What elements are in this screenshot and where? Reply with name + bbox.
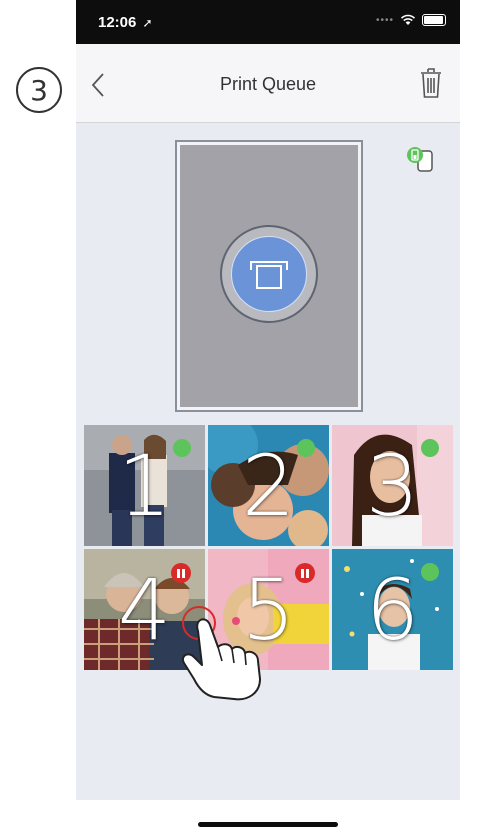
- print-preview-frame: [175, 140, 363, 412]
- queue-item-6[interactable]: 6: [332, 549, 453, 670]
- printer-battery-icon[interactable]: [404, 143, 438, 177]
- print-button[interactable]: [231, 236, 307, 312]
- paused-status-badge[interactable]: [295, 563, 315, 583]
- wifi-icon: [400, 14, 416, 25]
- status-indicators: ••••: [376, 14, 446, 26]
- queue-item-2[interactable]: 2: [208, 425, 329, 546]
- phone-screen: 12:06 ➚ •••• Print Queue 1 2 3 4 5 6: [76, 0, 460, 840]
- home-indicator[interactable]: [198, 822, 338, 827]
- print-queue-content: 1 2 3 4 5 6: [76, 123, 460, 800]
- nav-bar: Print Queue: [76, 44, 460, 123]
- home-bar-area: [76, 800, 460, 840]
- ready-status-dot: [421, 563, 439, 581]
- ready-status-dot: [173, 439, 191, 457]
- ready-status-dot: [421, 439, 439, 457]
- trash-icon: [421, 68, 441, 98]
- paused-status-badge[interactable]: [171, 563, 191, 583]
- print-icon: [250, 261, 288, 289]
- print-button-ring[interactable]: [220, 225, 318, 323]
- trash-button[interactable]: [418, 66, 444, 100]
- page-title: Print Queue: [219, 74, 317, 94]
- cellular-dots-icon: ••••: [375, 14, 394, 26]
- tap-gesture-hand-icon: [182, 606, 261, 701]
- battery-icon: [422, 14, 446, 26]
- queue-item-3[interactable]: 3: [332, 425, 453, 546]
- time-text: 12:06: [98, 14, 137, 31]
- ready-status-dot: [297, 439, 315, 457]
- status-time: 12:06 ➚: [98, 14, 153, 31]
- queue-item-1[interactable]: 1: [84, 425, 205, 546]
- location-arrow-icon: ➚: [142, 16, 153, 30]
- step-marker: 3: [16, 67, 62, 113]
- status-bar: 12:06 ➚ ••••: [76, 0, 460, 44]
